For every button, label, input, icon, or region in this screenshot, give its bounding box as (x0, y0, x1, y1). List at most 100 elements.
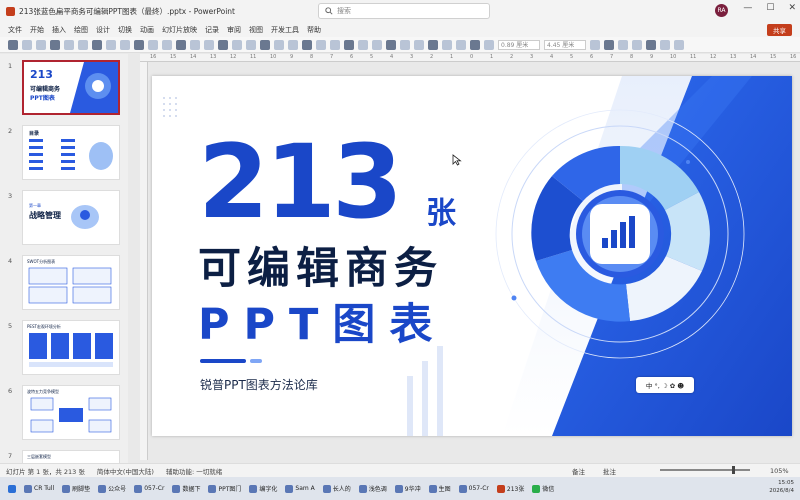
link-icon[interactable] (316, 39, 326, 50)
crop-icon[interactable] (246, 39, 256, 50)
zoom-level[interactable]: 105% (770, 467, 789, 475)
thumbnail-slide-6[interactable]: 波特五力竞争模型 (22, 385, 120, 440)
tab-insert[interactable]: 插入 (52, 25, 66, 35)
thumbnail-slide-2[interactable]: 目录 (22, 125, 120, 180)
thumbnail-slide-5[interactable]: PEST宏观环境分析 (22, 320, 120, 375)
taskbar-item[interactable]: CR Tull (22, 484, 56, 493)
symbol-icon[interactable] (358, 39, 368, 50)
tab-help[interactable]: 帮助 (307, 25, 321, 35)
lock-ratio-icon[interactable] (590, 39, 600, 50)
lasso-icon[interactable] (204, 39, 214, 50)
taskbar-item[interactable]: 刷脚垫 (60, 484, 92, 493)
zoom-slider-handle[interactable] (732, 466, 735, 474)
maximize-button[interactable]: ☐ (766, 3, 774, 13)
bold-icon[interactable] (428, 39, 438, 50)
share-button[interactable]: 共享 (767, 24, 792, 36)
slide-headline-line2[interactable]: 可编辑商务 (198, 234, 443, 296)
zoom-slider[interactable] (660, 469, 750, 471)
system-clock[interactable]: 15:05 2026/8/4 (769, 479, 794, 495)
table-icon[interactable] (288, 39, 298, 50)
taskbar-item[interactable]: 生图 (427, 484, 453, 493)
bullet-icon[interactable] (470, 39, 480, 50)
taskbar-item[interactable]: 213张 (495, 484, 526, 493)
thumbnail-slide-4[interactable]: SWOT分析图表 (22, 255, 120, 310)
tab-design[interactable]: 设计 (96, 25, 110, 35)
eraser-icon[interactable] (190, 39, 200, 50)
underline-icon[interactable] (456, 39, 466, 50)
outline-icon[interactable] (134, 39, 144, 50)
shape-icon[interactable] (50, 39, 60, 50)
align-icon[interactable] (92, 39, 102, 50)
slide-headline-line3[interactable]: PPT图表 (198, 290, 446, 352)
select-icon[interactable] (8, 39, 18, 50)
language-indicator[interactable]: 简体中文(中国大陆) (97, 466, 154, 476)
taskbar-start-icon[interactable] (6, 484, 18, 493)
tab-transitions[interactable]: 切换 (118, 25, 132, 35)
numbering-icon[interactable] (484, 39, 494, 50)
tab-record[interactable]: 记录 (205, 25, 219, 35)
format-icon[interactable] (372, 39, 382, 50)
taskbar-item[interactable]: 公众号 (96, 484, 128, 493)
order-icon[interactable] (646, 39, 656, 50)
media-icon[interactable] (344, 39, 354, 50)
taskbar-item[interactable]: 057-Cr (457, 484, 491, 493)
taskbar-item[interactable]: 微信 (530, 484, 556, 493)
theme-icon[interactable] (400, 39, 410, 50)
effects-icon[interactable] (148, 39, 158, 50)
taskbar-item[interactable]: Sam A (283, 484, 316, 493)
pen-icon[interactable] (162, 39, 172, 50)
slide-thumbnail-pane[interactable]: 1 213 可编辑商务 PPT图表 2 目录 3 第一章 战略管理 4 SWOT… (0, 54, 128, 463)
slide-zhang[interactable]: 张 (426, 188, 456, 232)
thumbnail-slide-1[interactable]: 213 可编辑商务 PPT图表 (22, 60, 120, 115)
arrange-icon[interactable] (78, 39, 88, 50)
position-icon[interactable] (604, 39, 614, 50)
spacing-icon[interactable] (618, 39, 628, 50)
avatar[interactable]: RA (715, 4, 728, 17)
comment-icon[interactable] (330, 39, 340, 50)
redo-icon[interactable] (36, 39, 46, 50)
tab-file[interactable]: 文件 (8, 25, 22, 35)
group-icon[interactable] (106, 39, 116, 50)
tab-draw[interactable]: 绘图 (74, 25, 88, 35)
close-button[interactable]: ✕ (788, 3, 796, 13)
notes-button[interactable]: 备注 (572, 466, 585, 476)
slide-subtitle[interactable]: 锐普PPT图表方法论库 (200, 376, 318, 393)
chart-icon[interactable] (274, 39, 284, 50)
italic-icon[interactable] (442, 39, 452, 50)
shape-width-field[interactable]: 0.89 厘米 (498, 39, 540, 50)
taskbar-item[interactable]: 057-Cr (132, 484, 166, 493)
flip-icon[interactable] (232, 39, 242, 50)
tab-developer[interactable]: 开发工具 (271, 25, 299, 35)
picture-icon[interactable] (260, 39, 270, 50)
search-input[interactable]: 搜索 (318, 3, 490, 19)
textbox-icon[interactable] (64, 39, 74, 50)
tab-animations[interactable]: 动画 (140, 25, 154, 35)
distribute-icon[interactable] (632, 39, 642, 50)
highlighter-icon[interactable] (176, 39, 186, 50)
floating-ime-toolbar[interactable]: 中 °, ☽ ✿ ☻ (636, 377, 694, 393)
tab-home[interactable]: 开始 (30, 25, 44, 35)
taskbar-item[interactable]: 9华冲 (393, 484, 423, 493)
fill-icon[interactable] (120, 39, 130, 50)
minimize-button[interactable]: — (743, 3, 752, 13)
tab-review[interactable]: 审阅 (227, 25, 241, 35)
taskbar-item[interactable]: 数据下 (170, 484, 202, 493)
smartart-icon[interactable] (302, 39, 312, 50)
tab-view[interactable]: 视图 (249, 25, 263, 35)
taskbar-item[interactable]: 长人的 (321, 484, 353, 493)
undo-icon[interactable] (22, 39, 32, 50)
font-color-icon[interactable] (414, 39, 424, 50)
thumbnail-slide-7[interactable]: 三层嵌套模型 (22, 450, 120, 463)
rotate-icon[interactable] (218, 39, 228, 50)
layout-icon[interactable] (386, 39, 396, 50)
taskbar-item[interactable]: 编字化 (247, 484, 279, 493)
slide-big-number[interactable]: 213 (198, 132, 403, 234)
accessibility-status[interactable]: 辅助功能: 一切就绪 (166, 466, 222, 476)
comments-button[interactable]: 批注 (603, 466, 616, 476)
taskbar-item[interactable]: 浅色调 (357, 484, 389, 493)
slide-canvas[interactable]: 213 张 可编辑商务 PPT图表 锐普PPT图表方法论库 中 °, ☽ ✿ ☻ (152, 76, 792, 436)
tab-slideshow[interactable]: 幻灯片放映 (162, 25, 197, 35)
shape-height-field[interactable]: 4.45 厘米 (544, 39, 586, 50)
thumbnail-slide-3[interactable]: 第一章 战略管理 (22, 190, 120, 245)
more-icon[interactable] (674, 39, 684, 50)
